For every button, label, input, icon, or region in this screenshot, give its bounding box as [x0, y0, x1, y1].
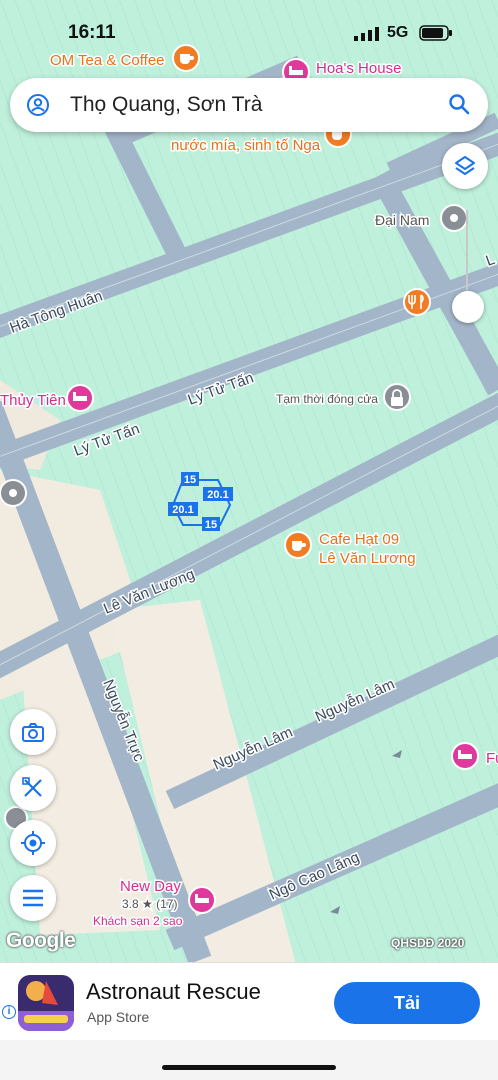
- camera-button[interactable]: [10, 709, 56, 755]
- lot-dim-bottom: 15: [205, 519, 217, 531]
- ruler-icon: [22, 777, 42, 797]
- locate-button[interactable]: [10, 820, 56, 866]
- home-area: [0, 1040, 498, 1080]
- google-logo: Google: [6, 929, 76, 952]
- layers-button[interactable]: [442, 143, 488, 189]
- home-indicator[interactable]: [162, 1065, 336, 1070]
- status-time: 16:11: [68, 22, 116, 43]
- user-icon[interactable]: [26, 93, 50, 117]
- game-icon: [18, 975, 74, 1031]
- lot-dim-right: 20.1: [207, 489, 228, 501]
- hotel-icon[interactable]: [188, 886, 216, 914]
- lot-dim-left: 20.1: [172, 504, 193, 516]
- restaurant-icon[interactable]: [403, 288, 431, 316]
- network-label: 5G: [387, 24, 409, 41]
- poi-label-dai-nam[interactable]: Đại Nam: [374, 211, 431, 230]
- status-bar: 16:11 5G: [0, 0, 498, 62]
- menu-icon: [23, 889, 43, 907]
- poi-label-tam-thoi[interactable]: Tạm thời đóng cửa: [275, 391, 380, 408]
- ad-subtitle: App Store: [87, 1009, 150, 1025]
- menu-button[interactable]: [10, 875, 56, 921]
- poi-label-nuoc-mia[interactable]: nước mía, sinh tố Nga: [170, 136, 323, 156]
- ad-app-icon[interactable]: [18, 975, 74, 1031]
- poi-label-new-day[interactable]: New Day: [119, 877, 183, 897]
- map-canvas[interactable]: 15 20.1 20.1 15 Hà Tông Huân Lý Tử Tấn L…: [0, 0, 498, 1080]
- poi-label-fu[interactable]: Fu: [485, 749, 498, 769]
- poi-label-cafe-hat[interactable]: Cafe Hạt 09: [318, 530, 401, 550]
- place-icon[interactable]: [440, 204, 468, 232]
- map-copyright: QHSDĐ 2020: [391, 936, 465, 950]
- signal-icon: [354, 27, 379, 41]
- hotel-icon[interactable]: [66, 384, 94, 412]
- place-icon[interactable]: [0, 479, 27, 507]
- poi-type-new-day: Khách sạn 2 sao: [93, 914, 183, 928]
- lock-icon[interactable]: [383, 383, 411, 411]
- ad-install-button[interactable]: Tải: [334, 982, 480, 1024]
- poi-label-hoas-house[interactable]: Hoa's House: [315, 59, 403, 79]
- cafe-icon[interactable]: [284, 531, 312, 559]
- measure-button[interactable]: [10, 765, 56, 811]
- ad-info-icon[interactable]: i: [2, 1005, 16, 1019]
- zoom-slider-handle[interactable]: [452, 291, 484, 323]
- ad-title[interactable]: Astronaut Rescue: [86, 979, 261, 1005]
- battery-icon: [419, 25, 452, 41]
- search-query[interactable]: Thọ Quang, Sơn Trà: [70, 93, 262, 117]
- lot-dim-top: 15: [184, 474, 196, 486]
- search-icon[interactable]: [448, 93, 470, 115]
- poi-label-cafe-address[interactable]: Lê Văn Lương: [318, 549, 418, 569]
- hotel-icon[interactable]: [451, 742, 479, 770]
- search-bar[interactable]: Thọ Quang, Sơn Trà: [10, 78, 488, 132]
- poi-label-thuy-tien[interactable]: Thủy Tiên: [0, 391, 67, 411]
- layers-icon: [455, 156, 475, 175]
- locate-icon: [21, 831, 45, 855]
- poi-rating-new-day: 3.8 ★ (17): [122, 897, 177, 911]
- camera-icon: [22, 723, 44, 742]
- ad-banner[interactable]: i Astronaut Rescue App Store Tải: [0, 962, 498, 1041]
